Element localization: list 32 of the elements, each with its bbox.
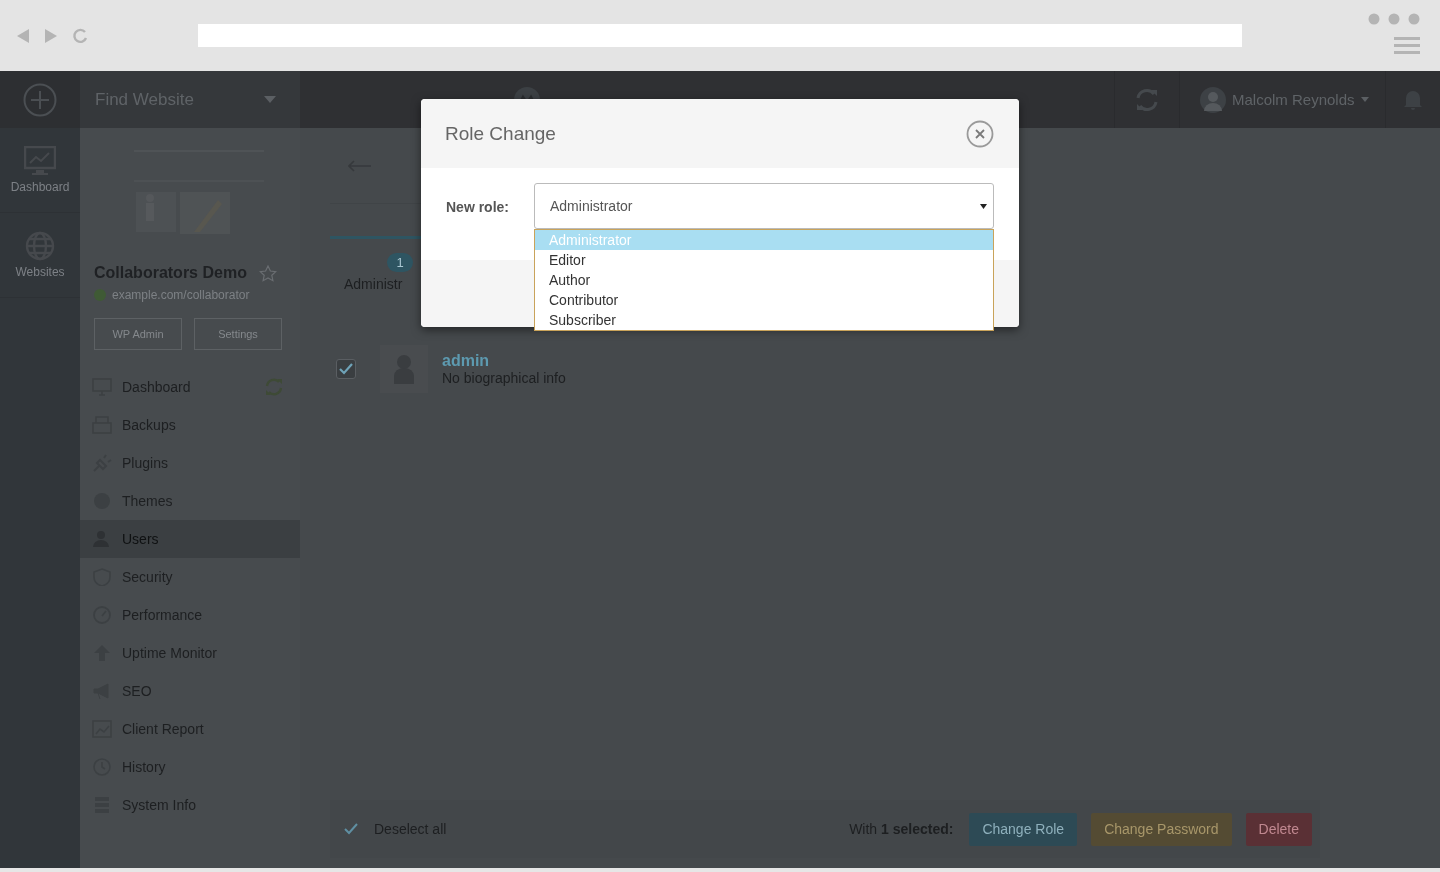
action-button[interactable]: Change Password xyxy=(1091,812,1232,846)
menu-icon[interactable] xyxy=(1394,36,1420,55)
action-button[interactable]: Delete xyxy=(1245,812,1312,846)
site-button[interactable]: WP Admin xyxy=(94,318,182,350)
role-select[interactable]: Administrator xyxy=(534,183,994,229)
avatar-icon xyxy=(1200,86,1226,113)
user-name[interactable]: admin xyxy=(442,352,566,370)
reload-icon[interactable] xyxy=(72,27,88,44)
role-option[interactable]: Editor xyxy=(535,250,993,270)
close-icon[interactable] xyxy=(966,119,994,148)
forward-icon[interactable] xyxy=(44,27,58,44)
caret-icon xyxy=(980,203,987,209)
site-button[interactable]: Settings xyxy=(194,318,282,350)
back-icon[interactable] xyxy=(16,27,30,44)
address-bar[interactable] xyxy=(198,24,1242,47)
caret-icon xyxy=(264,95,276,104)
dialog-title: Role Change xyxy=(445,122,556,145)
star-icon[interactable] xyxy=(258,264,277,282)
checkbox[interactable] xyxy=(336,359,356,379)
caret-icon xyxy=(1360,97,1369,102)
field-label: New role: xyxy=(446,199,510,215)
role-option[interactable]: Contributor xyxy=(535,290,993,310)
role-option[interactable]: Administrator xyxy=(535,230,993,250)
dots-icon[interactable] xyxy=(1368,12,1420,25)
check-icon xyxy=(344,823,358,835)
count-badge: 1 xyxy=(387,253,413,272)
role-option[interactable]: Author xyxy=(535,270,993,290)
refresh-icon[interactable] xyxy=(264,378,284,396)
role-option[interactable]: Subscriber xyxy=(535,310,993,330)
action-button[interactable]: Change Role xyxy=(969,812,1078,846)
globe-icon xyxy=(94,289,106,301)
add-icon[interactable] xyxy=(23,82,57,117)
